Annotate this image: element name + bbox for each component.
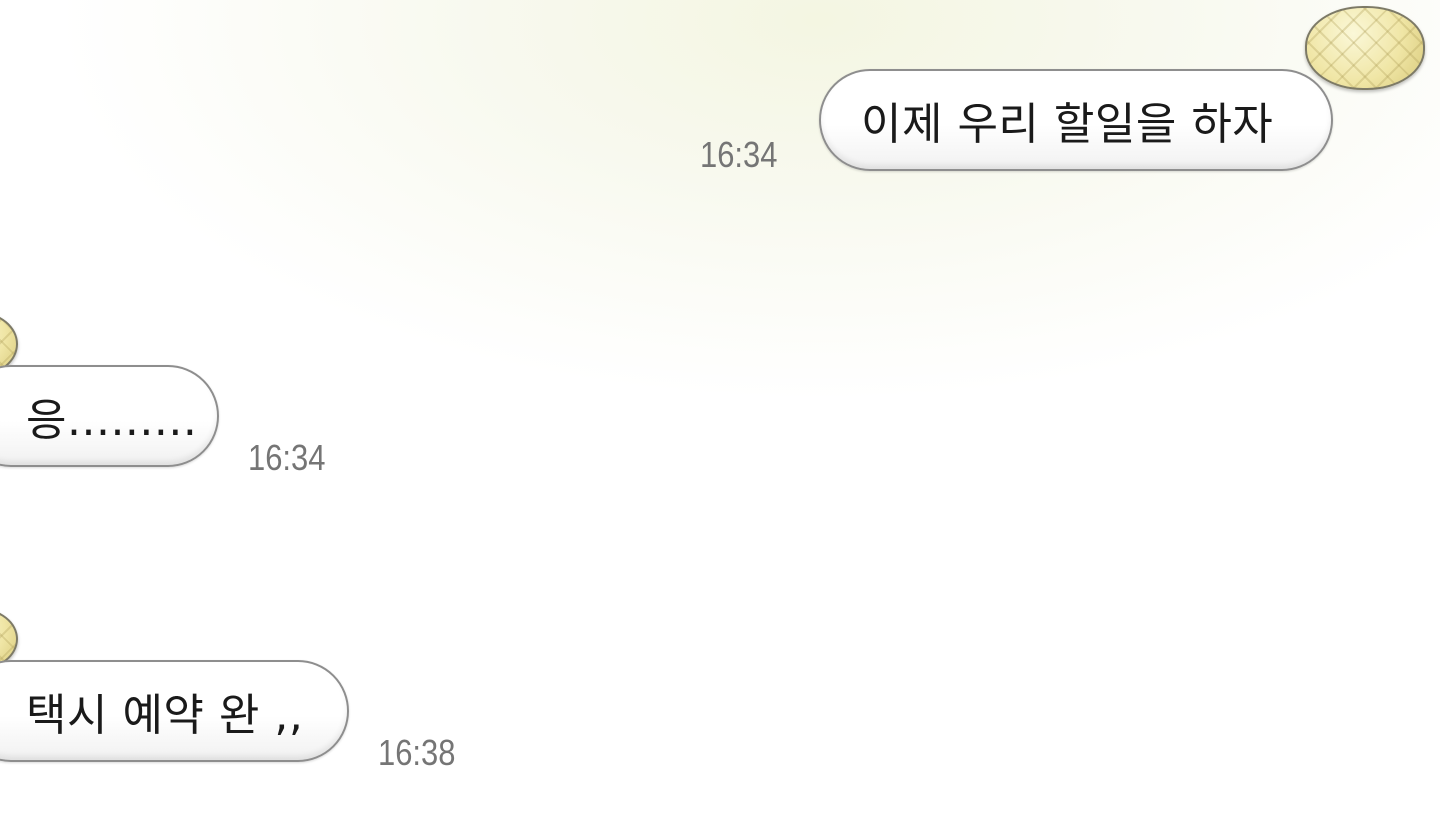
sender-avatar[interactable] — [1305, 6, 1425, 90]
chat-message-area[interactable]: 16:34 이제 우리 할일을 하자 응......... 16:34 택시 예… — [0, 0, 1440, 818]
message-timestamp: 16:34 — [248, 437, 326, 478]
incoming-message-bubble[interactable]: 택시 예약 완 ,, — [0, 660, 349, 762]
message-timestamp: 16:34 — [700, 134, 778, 175]
message-text: 응......... — [26, 395, 198, 446]
message-text: 이제 우리 할일을 하자 — [861, 99, 1274, 150]
message-text: 택시 예약 완 ,, — [26, 690, 304, 741]
message-timestamp: 16:38 — [378, 732, 456, 773]
incoming-message-bubble[interactable]: 응......... — [0, 365, 219, 467]
outgoing-message-bubble[interactable]: 이제 우리 할일을 하자 — [819, 69, 1333, 171]
